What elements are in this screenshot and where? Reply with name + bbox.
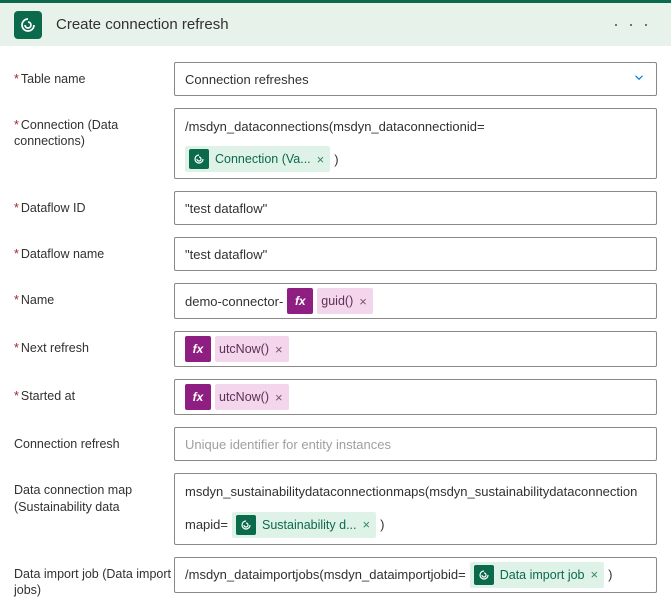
table-name-dropdown[interactable]: Connection refreshes bbox=[174, 62, 657, 96]
swirl-icon bbox=[474, 565, 494, 585]
remove-token-icon[interactable]: × bbox=[275, 391, 283, 404]
name-expression-token[interactable]: guid() × bbox=[317, 288, 373, 314]
next-refresh-input[interactable]: fx utcNow() × bbox=[174, 331, 657, 367]
connection-refresh-input[interactable]: Unique identifier for entity instances bbox=[174, 427, 657, 461]
swirl-icon bbox=[189, 149, 209, 169]
dcm-suffix: ) bbox=[380, 513, 384, 536]
label-dataflow-name: Dataflow name bbox=[14, 237, 174, 262]
label-data-connection-map: Data connection map (Sustainability data bbox=[14, 473, 174, 515]
connection-input[interactable]: /msdyn_dataconnections(msdyn_dataconnect… bbox=[174, 108, 657, 179]
data-import-job-token-label: Data import job bbox=[500, 569, 585, 582]
connection-prefix: /msdyn_dataconnections(msdyn_dataconnect… bbox=[185, 115, 485, 138]
name-input[interactable]: demo-connector- fx guid() × bbox=[174, 283, 657, 319]
sustainability-token[interactable]: Sustainability d... × bbox=[232, 512, 376, 538]
dcm-line2-prefix: mapid= bbox=[185, 513, 228, 536]
next-refresh-expression-token[interactable]: utcNow() × bbox=[215, 336, 289, 362]
dataflow-id-value: "test dataflow" bbox=[185, 201, 267, 216]
label-dataflow-id: Dataflow ID bbox=[14, 191, 174, 216]
connection-token-label: Connection (Va... bbox=[215, 153, 311, 166]
data-connection-map-input[interactable]: msdyn_sustainabilitydataconnectionmaps(m… bbox=[174, 473, 657, 544]
label-table-name: Table name bbox=[14, 62, 174, 87]
action-app-icon bbox=[14, 11, 42, 39]
fx-icon[interactable]: fx bbox=[185, 384, 211, 410]
remove-token-icon[interactable]: × bbox=[591, 568, 599, 581]
table-name-value: Connection refreshes bbox=[185, 72, 309, 87]
fx-icon[interactable]: fx bbox=[185, 336, 211, 362]
remove-token-icon[interactable]: × bbox=[363, 518, 371, 531]
sustainability-token-label: Sustainability d... bbox=[262, 519, 357, 532]
card-menu-button[interactable]: · · · bbox=[607, 10, 657, 39]
connection-refresh-placeholder: Unique identifier for entity instances bbox=[185, 437, 391, 452]
connection-suffix: ) bbox=[334, 148, 338, 171]
label-data-import-job: Data import job (Data import jobs) bbox=[14, 557, 174, 599]
name-prefix: demo-connector- bbox=[185, 294, 283, 309]
remove-token-icon[interactable]: × bbox=[359, 295, 367, 308]
name-expression-label: guid() bbox=[321, 295, 353, 308]
started-at-expression-token[interactable]: utcNow() × bbox=[215, 384, 289, 410]
chevron-down-icon bbox=[632, 71, 646, 88]
data-import-job-token[interactable]: Data import job × bbox=[470, 562, 604, 588]
next-refresh-expression-label: utcNow() bbox=[219, 343, 269, 356]
label-connection-refresh: Connection refresh bbox=[14, 427, 174, 452]
label-started-at: Started at bbox=[14, 379, 174, 404]
label-next-refresh: Next refresh bbox=[14, 331, 174, 356]
dij-prefix: /msdyn_dataimportjobs(msdyn_dataimportjo… bbox=[185, 567, 466, 582]
card-body: Table name Connection refreshes Connecti… bbox=[0, 46, 671, 614]
label-name: Name bbox=[14, 283, 174, 308]
dataflow-name-value: "test dataflow" bbox=[185, 247, 267, 262]
dij-suffix: ) bbox=[608, 567, 612, 582]
label-connection: Connection (Data connections) bbox=[14, 108, 174, 150]
swirl-icon bbox=[19, 16, 37, 34]
swirl-icon bbox=[236, 515, 256, 535]
started-at-input[interactable]: fx utcNow() × bbox=[174, 379, 657, 415]
card-title: Create connection refresh bbox=[56, 16, 607, 33]
dcm-line1: msdyn_sustainabilitydataconnectionmaps(m… bbox=[185, 480, 637, 503]
dataflow-id-input[interactable]: "test dataflow" bbox=[174, 191, 657, 225]
fx-icon[interactable]: fx bbox=[287, 288, 313, 314]
card-header: Create connection refresh · · · bbox=[0, 0, 671, 46]
started-at-expression-label: utcNow() bbox=[219, 391, 269, 404]
dataflow-name-input[interactable]: "test dataflow" bbox=[174, 237, 657, 271]
remove-token-icon[interactable]: × bbox=[317, 153, 325, 166]
remove-token-icon[interactable]: × bbox=[275, 343, 283, 356]
data-import-job-input[interactable]: /msdyn_dataimportjobs(msdyn_dataimportjo… bbox=[174, 557, 657, 593]
connection-token[interactable]: Connection (Va... × bbox=[185, 146, 330, 172]
